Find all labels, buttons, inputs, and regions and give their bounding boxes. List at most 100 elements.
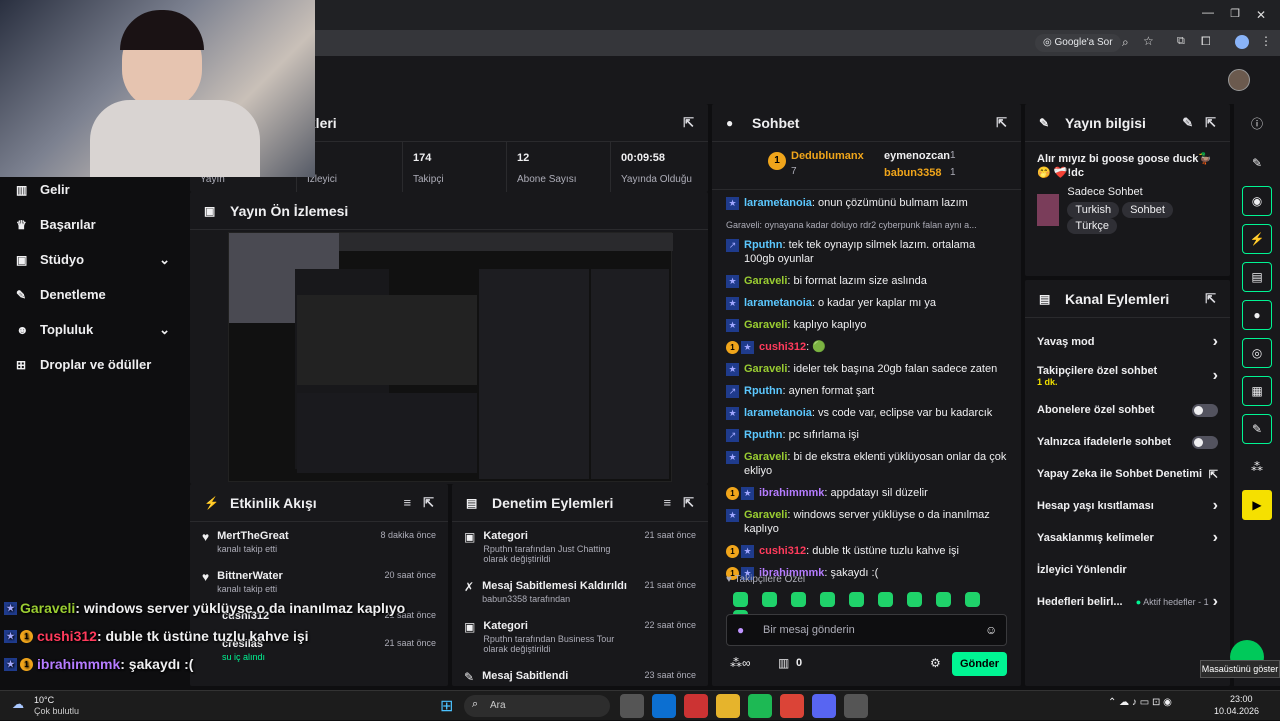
chat-username[interactable]: Rputhn: [744, 429, 782, 441]
channel-points-icon[interactable]: ⁂∞: [730, 656, 751, 670]
sidebar-item-studyo[interactable]: ▣ Stüdyo ⌄: [0, 242, 190, 277]
chat-username[interactable]: Garaveli: [744, 451, 787, 463]
edit-icon[interactable]: ✎: [1182, 115, 1193, 131]
broadcast-icon[interactable]: ◎: [1242, 338, 1272, 368]
bookmark-star-icon[interactable]: ☆: [1143, 34, 1154, 48]
sidebar-item-denetleme[interactable]: ✎ Denetleme: [0, 277, 190, 312]
category-name[interactable]: Sadece Sohbet: [1067, 186, 1218, 198]
chat-username[interactable]: larametanoia: [744, 297, 812, 309]
chevron-right-icon[interactable]: ›: [1213, 497, 1218, 515]
subscriber-badge-icon: ★: [726, 450, 739, 464]
popout-icon[interactable]: ⇱: [423, 495, 434, 511]
channel-action-row[interactable]: Takipçilere özel sohbet 1 dk. ›: [1025, 358, 1230, 394]
chat-username[interactable]: Garaveli: [744, 363, 787, 375]
chat-username[interactable]: larametanoia: [744, 197, 812, 209]
chat-username[interactable]: ibrahimmmk: [759, 487, 824, 499]
tag[interactable]: Sohbet: [1122, 202, 1173, 218]
minimize-window-icon[interactable]: —: [1202, 5, 1214, 19]
cast-icon[interactable]: ⧉: [1177, 35, 1185, 48]
chat-bubble-icon[interactable]: ●: [1242, 300, 1272, 330]
popout-icon[interactable]: ⇱: [996, 115, 1007, 131]
gift-icon[interactable]: ▥: [778, 656, 789, 670]
extensions-icon[interactable]: ⧠: [1201, 34, 1211, 49]
mod-item: ✎ Mesaj Sabitlendi 23 saat önce: [464, 670, 696, 684]
filter-icon[interactable]: ≡: [664, 495, 672, 510]
channel-action-row[interactable]: İzleyici Yönlendir: [1025, 554, 1230, 586]
toggle-switch[interactable]: [1192, 435, 1218, 449]
chevron-right-icon[interactable]: ›: [1213, 529, 1218, 547]
channel-action-row[interactable]: Yapay Zeka ile Sohbet Denetimi ⇱: [1025, 458, 1230, 490]
sidebar-item-topluluk[interactable]: ☻ Topluluk ⌄: [0, 312, 190, 347]
emote-row[interactable]: [726, 592, 1006, 625]
menu-dots-icon[interactable]: ⋮: [1260, 34, 1272, 48]
subscriber-badge-icon: ★: [741, 486, 754, 500]
sidebar-item-basarilar[interactable]: ♛ Başarılar: [0, 207, 190, 242]
heart-icon: ♥: [202, 570, 210, 584]
gear-icon[interactable]: ⚙: [930, 656, 941, 670]
edit-icon[interactable]: ✎: [1242, 148, 1272, 178]
system-tray-icons[interactable]: ⌃ ☁ ♪ ▭ ⊡ ◉: [1108, 697, 1172, 708]
profile-avatar[interactable]: [1235, 35, 1249, 49]
leader-name[interactable]: babun3358: [884, 167, 941, 179]
external-link-icon[interactable]: ⇱: [1209, 468, 1218, 481]
user-avatar[interactable]: [1228, 69, 1250, 91]
chevron-right-icon[interactable]: ›: [1213, 367, 1218, 385]
sidebar-item-gelir[interactable]: ▥ Gelir: [0, 172, 190, 207]
tag[interactable]: Türkçe: [1067, 218, 1118, 234]
clapper-icon[interactable]: ▶: [1242, 490, 1272, 520]
close-window-icon[interactable]: ✕: [1256, 8, 1266, 22]
extensions-icon[interactable]: ⁂: [1242, 452, 1272, 482]
chat-username[interactable]: Rputhn: [744, 239, 782, 251]
chat-username[interactable]: cushi312: [759, 545, 806, 557]
chat-input[interactable]: ● Bir mesaj gönderin ☺: [726, 614, 1007, 646]
chat-username[interactable]: Garaveli: [744, 509, 787, 521]
chat-username[interactable]: larametanoia: [744, 407, 812, 419]
leader-name[interactable]: Dedublumanx: [791, 150, 864, 162]
tag[interactable]: Turkish: [1067, 202, 1120, 218]
zoom-icon[interactable]: ⌕: [1122, 35, 1129, 50]
info-icon[interactable]: ⓘ: [1234, 104, 1280, 142]
popout-icon[interactable]: ⇱: [683, 115, 694, 131]
chat-username[interactable]: Garaveli: [744, 319, 787, 331]
restore-window-icon[interactable]: ❐: [1230, 7, 1240, 20]
chevron-right-icon[interactable]: ›: [1213, 593, 1218, 611]
google-ask-button[interactable]: ◎ Google'a Sor: [1035, 34, 1121, 52]
leader-name[interactable]: eymenozcan: [884, 150, 950, 162]
taskbar-search[interactable]: ⌕ Ara: [464, 695, 610, 717]
channel-action-row[interactable]: Hesap yaşı kısıtlaması ›: [1025, 490, 1230, 522]
reply-preview: Garaveli: oynayana kadar doluyo rdr2 cyb…: [726, 220, 977, 230]
chat-bubble-icon: ●: [726, 115, 734, 130]
toggle-switch[interactable]: [1192, 403, 1218, 417]
chat-username[interactable]: cushi312: [759, 341, 806, 353]
channel-action-row[interactable]: Yavaş mod ›: [1025, 326, 1230, 358]
lightning-icon[interactable]: ⚡: [1242, 224, 1272, 254]
storage-icon[interactable]: ▦: [1242, 376, 1272, 406]
chat-username[interactable]: Rputhn: [744, 385, 782, 397]
popout-icon[interactable]: ⇱: [1205, 291, 1216, 307]
leader-count: 7: [791, 166, 797, 177]
chat-message: ★ Garaveli: bi de ekstra eklenti yüklüyos…: [726, 450, 1007, 478]
popout-icon[interactable]: ⇱: [1205, 115, 1216, 131]
document-icon[interactable]: ▤: [1242, 262, 1272, 292]
stream-preview-video[interactable]: [228, 232, 673, 482]
gift-badge-icon: 1: [726, 340, 739, 354]
windows-start-icon[interactable]: ⊞: [440, 696, 453, 716]
chat-username[interactable]: Garaveli: [744, 275, 787, 287]
emoji-icon[interactable]: ☺: [985, 623, 997, 637]
subscriber-badge-icon: ★: [726, 296, 739, 310]
channel-action-row[interactable]: Hedefleri belirl... ● Aktif hedefler - 1 ›: [1025, 586, 1230, 618]
microphone-icon[interactable]: ●: [737, 623, 744, 637]
popout-icon[interactable]: ⇱: [683, 495, 694, 511]
send-button[interactable]: Gönder: [952, 652, 1007, 676]
wrench-icon[interactable]: ✎: [1242, 414, 1272, 444]
channel-action-row[interactable]: Yalnızca ifadelerle sohbet: [1025, 426, 1230, 458]
chevron-right-icon[interactable]: ›: [1213, 333, 1218, 351]
overlay-text: : şakaydı :(: [120, 656, 194, 672]
channel-action-row[interactable]: Abonelere özel sohbet: [1025, 394, 1230, 426]
channel-actions-panel: ▤ Kanal Eylemleri ⇱ Yavaş mod › Takipçilere …: [1025, 280, 1230, 686]
camera-icon[interactable]: ◉: [1242, 186, 1272, 216]
filter-icon[interactable]: ≡: [404, 495, 412, 510]
taskbar-apps[interactable]: [616, 694, 872, 721]
sidebar-item-droplar[interactable]: ⊞ Droplar ve ödüller: [0, 347, 190, 382]
channel-action-row[interactable]: Yasaklanmış kelimeler ›: [1025, 522, 1230, 554]
